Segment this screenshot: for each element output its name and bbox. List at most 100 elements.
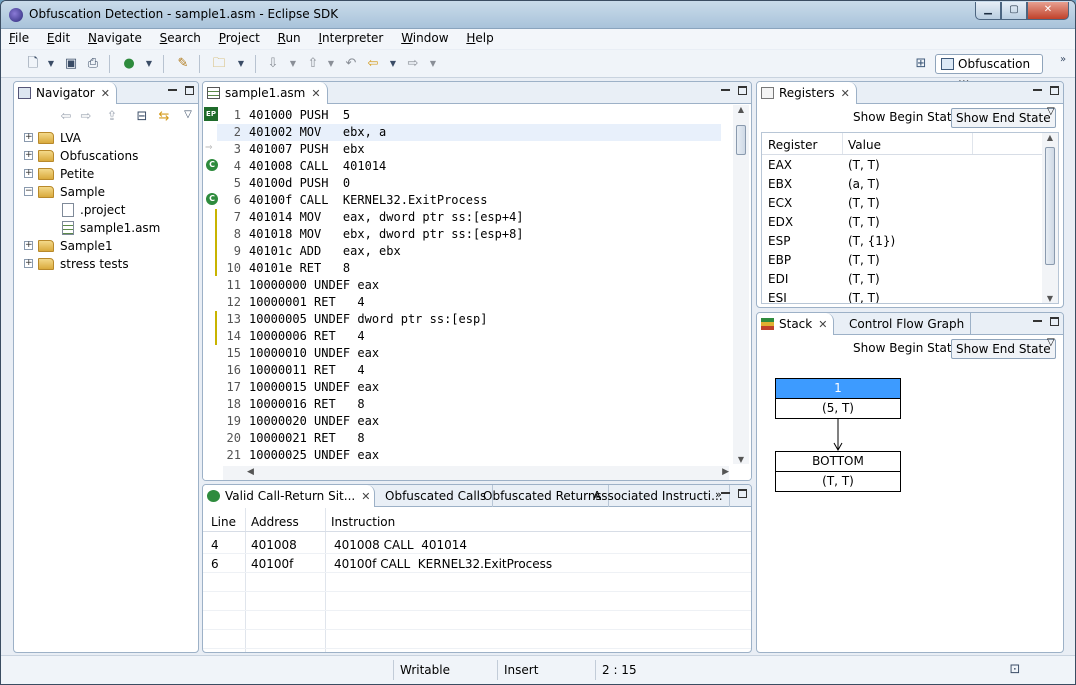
- open-perspective-icon[interactable]: ⊞: [913, 56, 929, 72]
- register-row[interactable]: ESI (T, T): [762, 288, 1046, 303]
- tab-sample1-asm[interactable]: sample1.asm ✕: [203, 82, 328, 104]
- scroll-up-icon[interactable]: ▲: [733, 105, 749, 114]
- view-menu-icon[interactable]: ▽: [1047, 106, 1055, 117]
- column-header-address[interactable]: Address: [251, 515, 299, 529]
- column-header-instruction[interactable]: Instruction: [331, 515, 395, 529]
- collapse-all-icon[interactable]: ⊟: [134, 109, 150, 125]
- minimize-view-icon[interactable]: [168, 89, 177, 91]
- open-folder-icon[interactable]: 🗀: [211, 56, 227, 72]
- forward-arrow-icon[interactable]: ⇨: [78, 109, 94, 125]
- tab-navigator[interactable]: Navigator ✕: [14, 82, 117, 104]
- code-line[interactable]: 4 401008 CALL 401014: [217, 158, 721, 175]
- stack-node-top[interactable]: 1 (5, T): [775, 378, 901, 419]
- code-line[interactable]: 3 401007 PUSH ebx: [217, 141, 721, 158]
- menu-project[interactable]: Project: [211, 29, 266, 45]
- run-dropdown-icon[interactable]: ▼: [141, 56, 157, 72]
- code-line[interactable]: 19 10000020 UNDEF eax: [217, 413, 721, 430]
- scroll-thumb[interactable]: [1045, 147, 1055, 265]
- scroll-left-icon[interactable]: ◀: [247, 467, 254, 477]
- next-annotation-icon[interactable]: ⇩: [265, 56, 281, 72]
- back-icon[interactable]: ⇦: [365, 56, 381, 72]
- back-arrow-icon[interactable]: ⇦: [58, 109, 74, 125]
- expand-icon[interactable]: +: [24, 151, 33, 160]
- register-row[interactable]: ESP (T, {1}): [762, 231, 1046, 250]
- forward-icon[interactable]: ⇨: [405, 56, 421, 72]
- vertical-scrollbar[interactable]: ▲ ▼: [733, 105, 749, 464]
- column-header-register[interactable]: Register: [768, 138, 817, 152]
- new-dropdown-icon[interactable]: ▼: [43, 56, 59, 72]
- show-end-state-button[interactable]: Show End State: [951, 108, 1056, 128]
- minimize-button[interactable]: ▁: [975, 2, 1001, 20]
- tab-registers[interactable]: Registers ✕: [757, 82, 857, 104]
- last-edit-icon[interactable]: ↶: [343, 56, 359, 72]
- tab-control-flow-graph[interactable]: Control Flow Graph: [843, 313, 972, 335]
- register-row[interactable]: EBP (T, T): [762, 250, 1046, 269]
- link-editor-icon[interactable]: ⇆: [156, 109, 172, 125]
- code-line[interactable]: 20 10000021 RET 8: [217, 430, 721, 447]
- scroll-thumb[interactable]: [736, 125, 746, 155]
- code-line[interactable]: 2 401002 MOV ebx, a: [217, 124, 721, 141]
- perspective-switcher[interactable]: Obfuscation ...: [935, 54, 1043, 85]
- table-row[interactable]: 4 401008 401008 CALL 401014: [203, 535, 751, 554]
- up-icon[interactable]: ⇪: [104, 109, 120, 125]
- expand-icon[interactable]: +: [24, 133, 33, 142]
- tab-associated-instructions[interactable]: Associated Instructi...: [587, 485, 730, 507]
- folder-dropdown-icon[interactable]: ▼: [233, 56, 249, 72]
- close-icon[interactable]: ✕: [311, 87, 320, 100]
- maximize-view-icon[interactable]: [1050, 85, 1059, 95]
- code-line[interactable]: 7 401014 MOV eax, dword ptr ss:[esp+4]: [217, 209, 721, 226]
- scroll-up-icon[interactable]: ▲: [1042, 133, 1058, 142]
- minimize-view-icon[interactable]: [721, 89, 730, 91]
- fast-view-icon[interactable]: ⊡: [1007, 662, 1023, 678]
- register-row[interactable]: EDX (T, T): [762, 212, 1046, 231]
- code-line[interactable]: 15 10000010 UNDEF eax: [217, 345, 721, 362]
- code-line[interactable]: 12 10000001 RET 4: [217, 294, 721, 311]
- horizontal-scrollbar[interactable]: ◀ ▶: [223, 466, 729, 480]
- close-icon[interactable]: ✕: [818, 318, 827, 331]
- back-dropdown-icon[interactable]: ▼: [385, 56, 401, 72]
- prev-annotation-icon[interactable]: ⇧: [305, 56, 321, 72]
- code-line[interactable]: 14 10000006 RET 4: [217, 328, 721, 345]
- stack-node-bottom[interactable]: BOTTOM (T, T): [775, 451, 901, 492]
- maximize-view-icon[interactable]: [1050, 316, 1059, 326]
- maximize-button[interactable]: ▢: [1001, 2, 1027, 20]
- show-begin-state-button[interactable]: Show Begin State: [849, 339, 963, 359]
- code-line[interactable]: 18 10000016 RET 8: [217, 396, 721, 413]
- view-menu-icon[interactable]: ▽: [1047, 337, 1055, 348]
- perspective-overflow-icon[interactable]: »: [1055, 52, 1071, 68]
- collapse-icon[interactable]: −: [24, 187, 33, 196]
- close-icon[interactable]: ✕: [841, 87, 850, 100]
- show-end-state-button[interactable]: Show End State: [951, 339, 1056, 359]
- maximize-view-icon[interactable]: [738, 85, 747, 95]
- register-row[interactable]: EAX (T, T): [762, 155, 1046, 174]
- prev-annotation-dropdown-icon[interactable]: ▼: [323, 56, 339, 72]
- menu-edit[interactable]: Edit: [39, 29, 76, 45]
- menu-navigate[interactable]: Navigate: [80, 29, 148, 45]
- registers-scrollbar[interactable]: ▲ ▼: [1042, 133, 1058, 303]
- expand-icon[interactable]: +: [24, 169, 33, 178]
- code-line[interactable]: 10 40101e RET 8: [217, 260, 721, 277]
- new-icon[interactable]: 🗋: [25, 56, 41, 72]
- code-line[interactable]: 21 10000025 UNDEF eax: [217, 447, 721, 464]
- menu-run[interactable]: Run: [270, 29, 307, 45]
- code-line[interactable]: 17 10000015 UNDEF eax: [217, 379, 721, 396]
- maximize-view-icon[interactable]: [185, 85, 194, 95]
- expand-icon[interactable]: +: [24, 259, 33, 268]
- table-row[interactable]: 6 40100f 40100f CALL KERNEL32.ExitProces…: [203, 554, 751, 573]
- minimize-view-icon[interactable]: [1033, 320, 1042, 322]
- code-line[interactable]: 16 10000011 RET 4: [217, 362, 721, 379]
- code-line[interactable]: 8 401018 MOV ebx, dword ptr ss:[esp+8]: [217, 226, 721, 243]
- code-line[interactable]: 1 401000 PUSH 5: [217, 107, 721, 124]
- register-row[interactable]: EDI (T, T): [762, 269, 1046, 288]
- scroll-down-icon[interactable]: ▼: [1042, 294, 1058, 303]
- code-line[interactable]: 6 40100f CALL KERNEL32.ExitProcess: [217, 192, 721, 209]
- tab-stack[interactable]: Stack ✕: [757, 313, 835, 335]
- maximize-view-icon[interactable]: [738, 488, 747, 498]
- save-icon[interactable]: ▣: [63, 56, 79, 72]
- run-icon[interactable]: ●: [121, 56, 137, 72]
- view-menu-icon[interactable]: ▽: [180, 107, 196, 123]
- scroll-right-icon[interactable]: ▶: [722, 467, 729, 477]
- code-editor[interactable]: EP C C ⇒ 1 401000 PUSH 5 2 401002 MOV ebx, …: [203, 105, 751, 480]
- code-line[interactable]: 5 40100d PUSH 0: [217, 175, 721, 192]
- menu-file[interactable]: File: [1, 29, 35, 45]
